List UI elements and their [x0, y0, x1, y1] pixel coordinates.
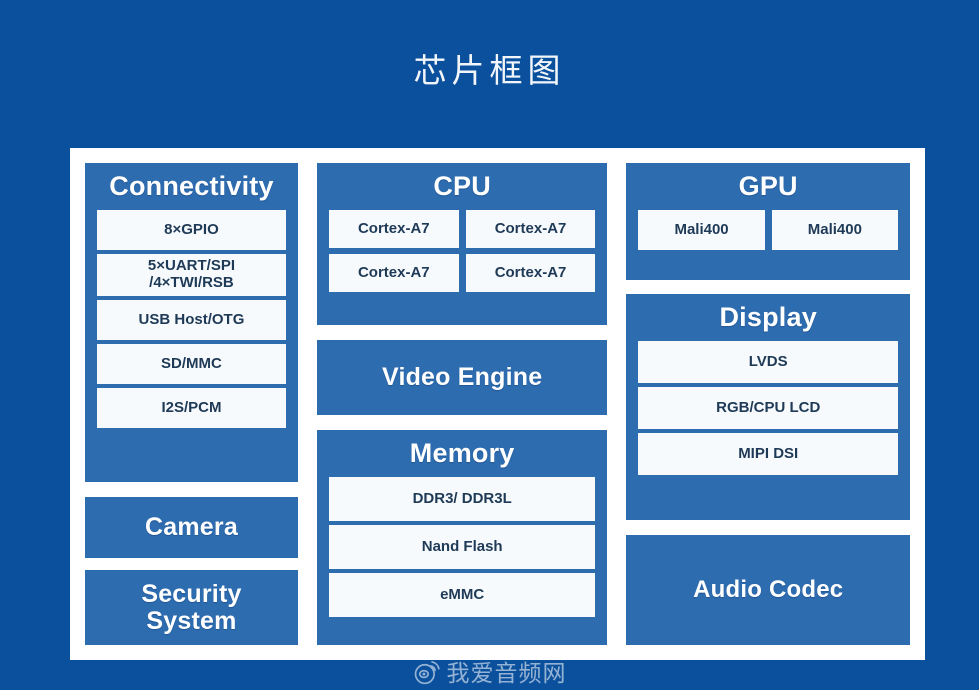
- page-title: 芯片框图: [413, 51, 566, 90]
- item-cpu-core-3[interactable]: Cortex-A7: [328, 254, 459, 293]
- block-title-connectivity: Connectivity: [109, 171, 274, 201]
- item-usb-host-otg[interactable]: USB Host/OTG: [97, 300, 286, 341]
- block-camera[interactable]: Camera: [85, 496, 298, 559]
- item-emmc[interactable]: eMMC: [328, 573, 596, 618]
- item-cpu-core-4[interactable]: Cortex-A7: [465, 254, 596, 293]
- block-title-video-engine: Video Engine: [382, 363, 543, 391]
- block-audio-codec[interactable]: Audio Codec: [626, 535, 910, 645]
- block-memory[interactable]: Memory DDR3/ DDR3L Nand Flash eMMC: [316, 430, 608, 645]
- diagram-column-left: Connectivity 8×GPIO 5×UART/SPI /4×TWI/RS…: [85, 163, 298, 645]
- item-sd-mmc[interactable]: SD/MMC: [97, 344, 286, 385]
- item-cpu-core-1[interactable]: Cortex-A7: [328, 210, 459, 249]
- security-title-line2: System: [146, 606, 237, 635]
- block-gpu[interactable]: GPU Mali400 Mali400: [626, 163, 910, 280]
- memory-item-list: DDR3/ DDR3L Nand Flash eMMC: [328, 477, 596, 618]
- item-mipi-dsi[interactable]: MIPI DSI: [638, 433, 898, 476]
- item-uart-spi-twi-rsb[interactable]: 5×UART/SPI /4×TWI/RSB: [97, 254, 286, 297]
- security-title-line1: Security: [141, 579, 242, 608]
- item-nand-flash[interactable]: Nand Flash: [328, 525, 596, 570]
- item-rgb-cpu-lcd[interactable]: RGB/CPU LCD: [638, 387, 898, 430]
- block-security-system[interactable]: Security System: [85, 570, 298, 645]
- block-cpu[interactable]: CPU Cortex-A7 Cortex-A7 Cortex-A7 Cortex…: [316, 163, 608, 325]
- display-item-list: LVDS RGB/CPU LCD MIPI DSI: [638, 341, 898, 476]
- block-connectivity[interactable]: Connectivity 8×GPIO 5×UART/SPI /4×TWI/RS…: [85, 163, 298, 482]
- diagram-column-right: GPU Mali400 Mali400 Display LVDS RGB/CPU…: [626, 163, 910, 645]
- block-title-audio-codec: Audio Codec: [693, 576, 844, 604]
- block-display[interactable]: Display LVDS RGB/CPU LCD MIPI DSI: [626, 293, 910, 521]
- item-gpio[interactable]: 8×GPIO: [97, 210, 286, 251]
- diagram-column-middle: CPU Cortex-A7 Cortex-A7 Cortex-A7 Cortex…: [316, 163, 608, 645]
- item-uart-line2: /4×TWI/RSB: [149, 274, 234, 292]
- block-title-security-system: Security System: [141, 579, 242, 635]
- block-title-gpu: GPU: [738, 171, 798, 201]
- gpu-core-list: Mali400 Mali400: [638, 210, 898, 251]
- block-title-display: Display: [719, 301, 817, 332]
- block-video-engine[interactable]: Video Engine: [316, 340, 608, 415]
- weibo-icon: [414, 660, 440, 684]
- watermark: 我爱音频网: [0, 654, 979, 688]
- cpu-core-list: Cortex-A7 Cortex-A7 Cortex-A7 Cortex-A7: [328, 210, 596, 293]
- chip-block-diagram-panel: Connectivity 8×GPIO 5×UART/SPI /4×TWI/RS…: [70, 148, 925, 660]
- item-ddr3[interactable]: DDR3/ DDR3L: [328, 477, 596, 522]
- item-i2s-pcm[interactable]: I2S/PCM: [97, 388, 286, 429]
- item-gpu-mali400-2[interactable]: Mali400: [771, 210, 898, 251]
- block-title-cpu: CPU: [433, 171, 491, 201]
- block-title-memory: Memory: [409, 438, 515, 468]
- item-uart-line1: 5×UART/SPI: [147, 257, 236, 275]
- item-gpu-mali400-1[interactable]: Mali400: [638, 210, 765, 251]
- block-title-camera: Camera: [145, 512, 238, 541]
- item-lvds[interactable]: LVDS: [638, 341, 898, 384]
- item-cpu-core-2[interactable]: Cortex-A7: [465, 210, 596, 249]
- watermark-text: 我爱音频网: [446, 661, 567, 687]
- connectivity-item-list: 8×GPIO 5×UART/SPI /4×TWI/RSB USB Host/OT…: [97, 210, 286, 429]
